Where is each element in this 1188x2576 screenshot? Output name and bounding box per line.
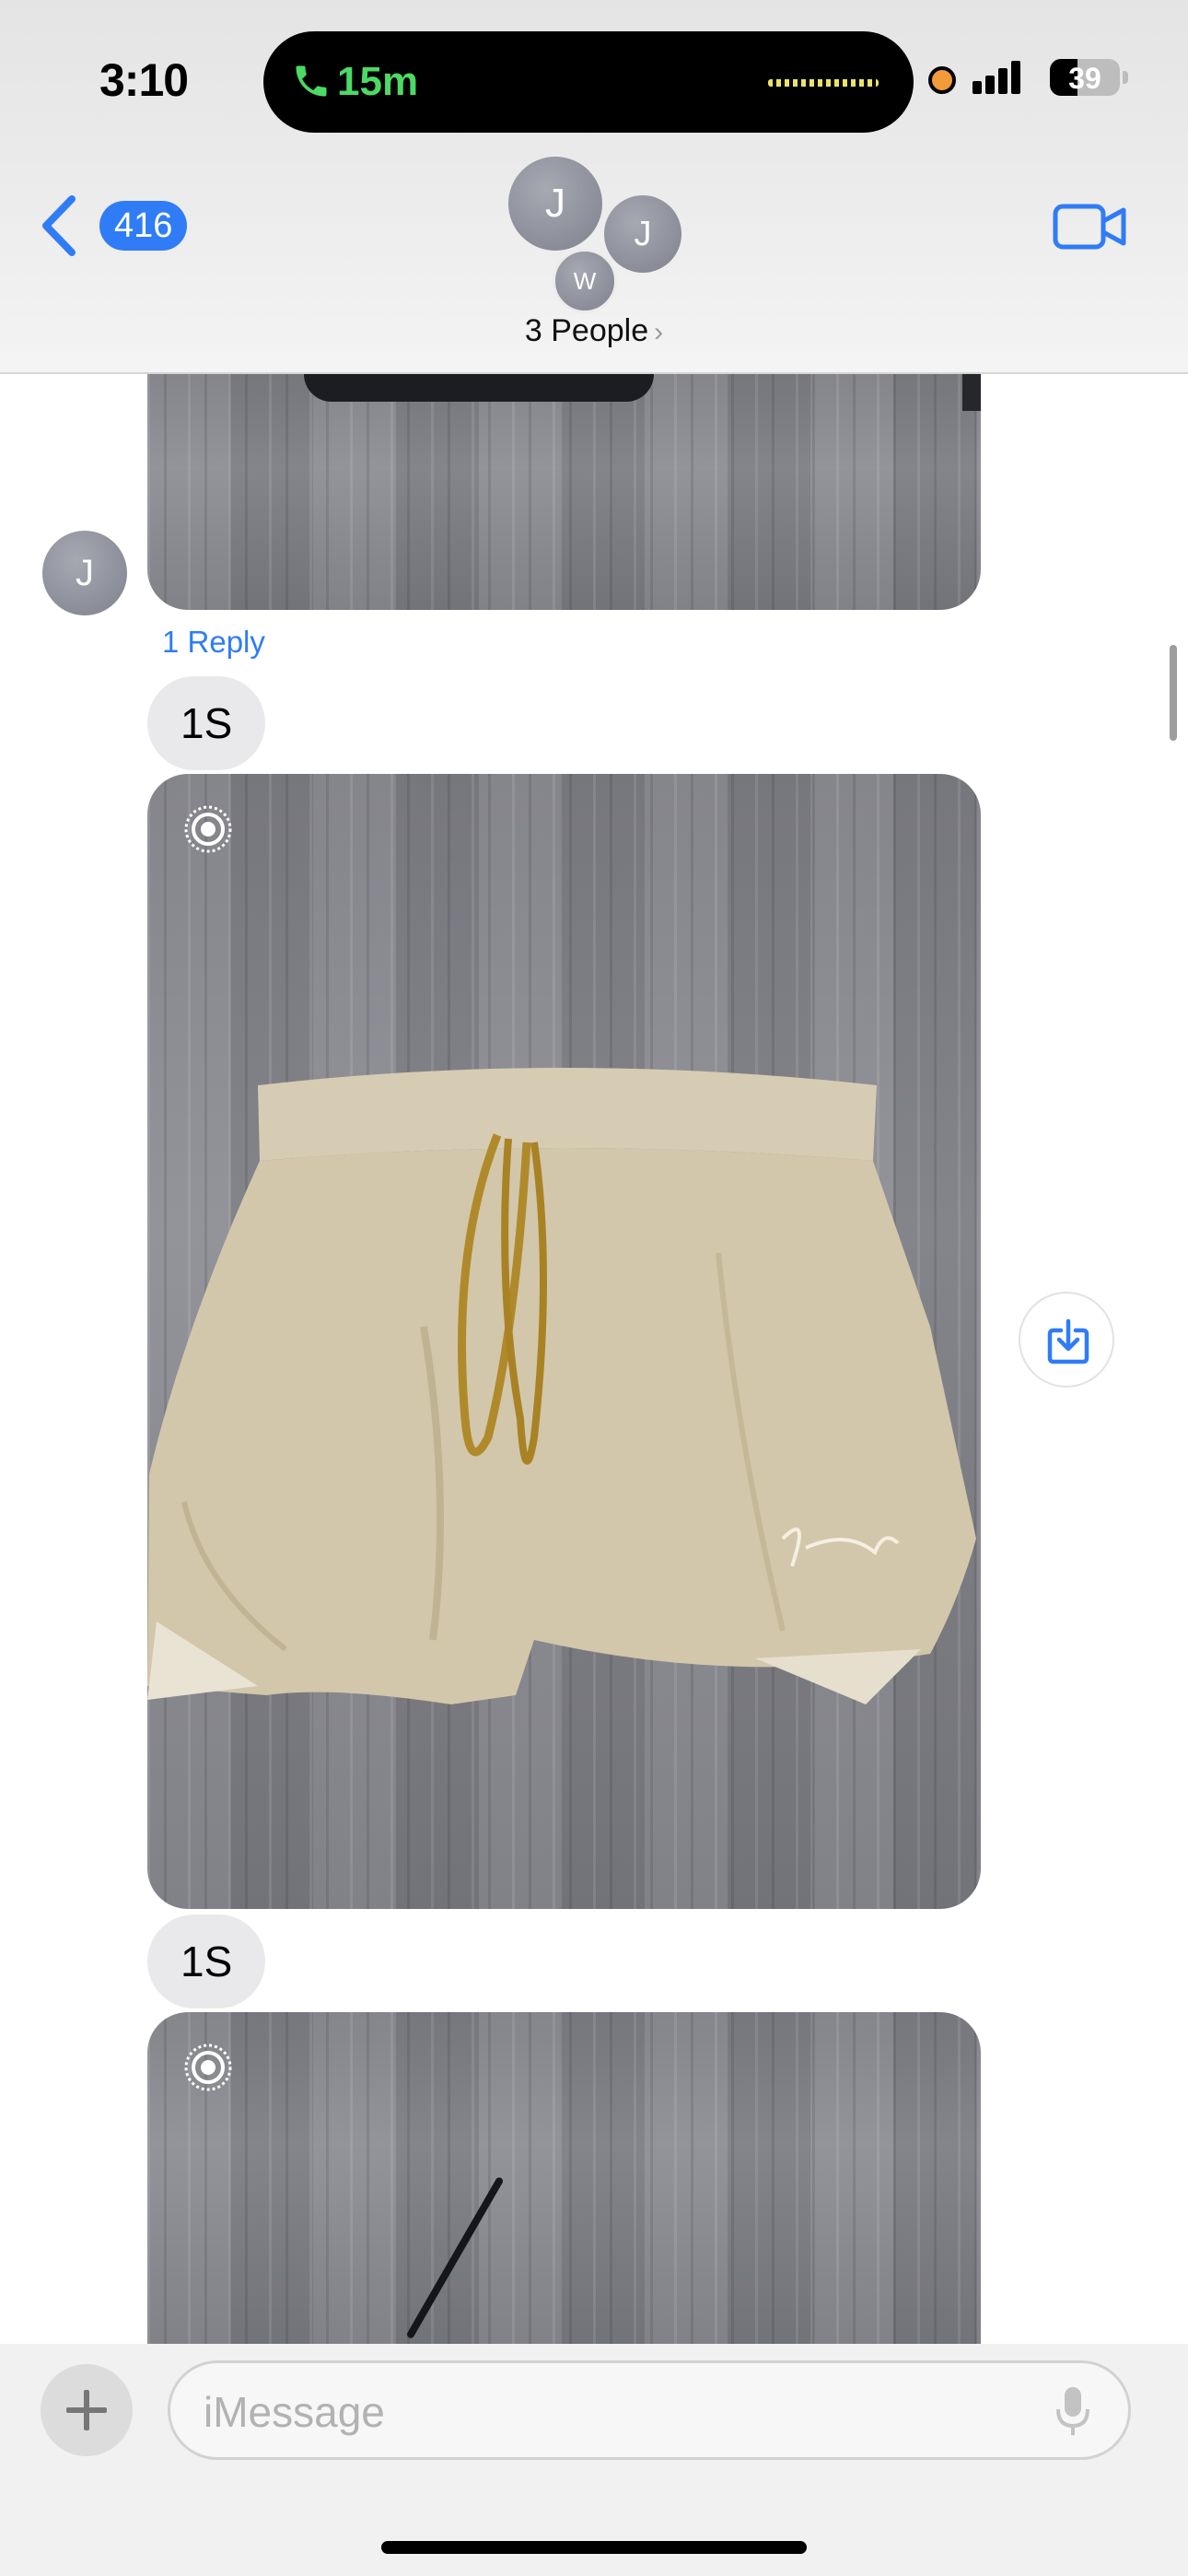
back-button[interactable]: 416 xyxy=(39,193,204,258)
microphone-icon[interactable] xyxy=(1054,2383,1091,2439)
back-chevron-icon xyxy=(42,195,76,256)
unread-count-badge: 416 xyxy=(99,201,188,251)
message-placeholder: iMessage xyxy=(204,2388,385,2436)
avatar[interactable]: J xyxy=(508,157,602,251)
photo-message[interactable] xyxy=(147,774,981,1909)
avatar[interactable]: J xyxy=(604,195,681,273)
photo-message[interactable] xyxy=(147,374,981,610)
group-details-link[interactable]: 3 People › xyxy=(0,313,1188,349)
message-input[interactable]: iMessage xyxy=(168,2360,1131,2460)
garment-edge xyxy=(962,374,981,411)
battery-cap xyxy=(1123,71,1128,84)
message-bubble[interactable]: 1S xyxy=(147,676,266,770)
message-bubble[interactable]: 1S xyxy=(147,1914,266,2008)
garment-edge xyxy=(304,374,654,402)
plus-icon[interactable] xyxy=(41,2364,133,2456)
avatar[interactable]: W xyxy=(553,249,617,313)
save-button[interactable] xyxy=(1019,1292,1114,1388)
shorts-photo xyxy=(147,1068,976,1704)
video-camera-icon[interactable] xyxy=(1052,199,1129,254)
live-photo-icon[interactable] xyxy=(182,2042,234,2093)
dynamic-island-call[interactable]: 15m xyxy=(263,31,914,133)
status-time: 3:10 xyxy=(99,54,189,106)
reply-thread-link[interactable]: 1 Reply xyxy=(162,625,265,660)
photo-message[interactable] xyxy=(147,2012,981,2344)
drawstring xyxy=(405,2176,505,2340)
chevron-right-icon: › xyxy=(654,317,664,347)
audio-waveform xyxy=(768,79,879,87)
battery-percent: 39 xyxy=(1068,62,1101,95)
recording-indicator xyxy=(928,66,956,94)
save-icon xyxy=(1047,1318,1089,1364)
battery-icon: 39 xyxy=(1050,59,1120,96)
live-photo-icon[interactable] xyxy=(182,803,234,855)
home-indicator xyxy=(381,2541,807,2554)
group-label: 3 People xyxy=(524,313,649,348)
phone-icon xyxy=(296,65,327,97)
scrollbar[interactable] xyxy=(1170,645,1177,741)
sender-avatar[interactable]: J xyxy=(42,531,127,615)
call-duration: 15m xyxy=(337,59,419,104)
